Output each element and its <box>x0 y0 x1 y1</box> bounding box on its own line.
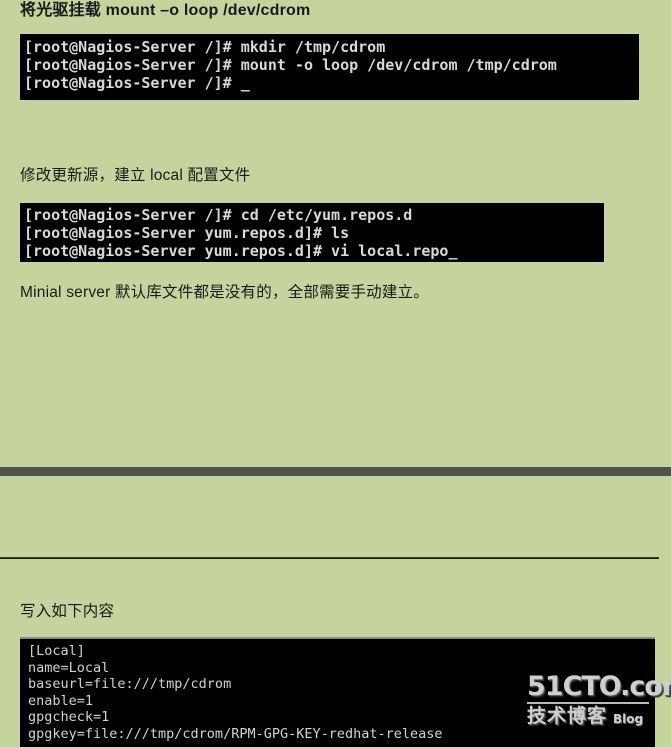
terminal-repofile-line-3: baseurl=file:///tmp/cdrom <box>28 676 232 692</box>
terminal-mount-line-3: [root@Nagios-Server /]# _ <box>24 74 250 92</box>
terminal-repofile-line-2: name=Local <box>28 659 110 676</box>
repo-heading: 修改更新源，建立 local 配置文件 <box>20 167 251 184</box>
terminal-yumrepos-line-3: [root@Nagios-Server yum.repos.d]# vi loc… <box>24 242 458 260</box>
minimal-server-note: Minial server 默认库文件都是没有的，全部需要手动建立。 <box>20 284 429 301</box>
terminal-repofile-line-6: gpgkey=file:///tmp/cdrom/RPM-GPG-KEY-red… <box>28 725 443 742</box>
terminal-repofile-line-4: enable=1 <box>28 692 94 709</box>
terminal-repofile-line-1: [Local] <box>28 643 85 659</box>
terminal-block-mount: [root@Nagios-Server /]# mkdir /tmp/cdrom… <box>20 34 639 100</box>
terminal-mount-line-2: [root@Nagios-Server /]# mount -o loop /d… <box>24 56 557 74</box>
terminal-repofile-line-5: gpgcheck=1 <box>28 709 110 725</box>
terminal-yumrepos-line-1: [root@Nagios-Server /]# cd /etc/yum.repo… <box>24 206 413 224</box>
terminal-yumrepos-line-2: [root@Nagios-Server yum.repos.d]# ls <box>24 224 350 242</box>
page-root: 将光驱挂载 mount –o loop /dev/cdrom [root@Nag… <box>0 0 671 747</box>
section-divider-thick <box>0 467 671 476</box>
mount-heading: 将光驱挂载 mount –o loop /dev/cdrom <box>20 2 311 19</box>
terminal-block-yumrepos: [root@Nagios-Server /]# cd /etc/yum.repo… <box>20 203 604 262</box>
section-divider-thin <box>0 557 659 559</box>
terminal-mount-line-1: [root@Nagios-Server /]# mkdir /tmp/cdrom <box>24 38 386 56</box>
terminal-block-repofile: [Local] name=Local baseurl=file:///tmp/c… <box>20 637 655 747</box>
write-content-heading: 写入如下内容 <box>20 603 115 620</box>
